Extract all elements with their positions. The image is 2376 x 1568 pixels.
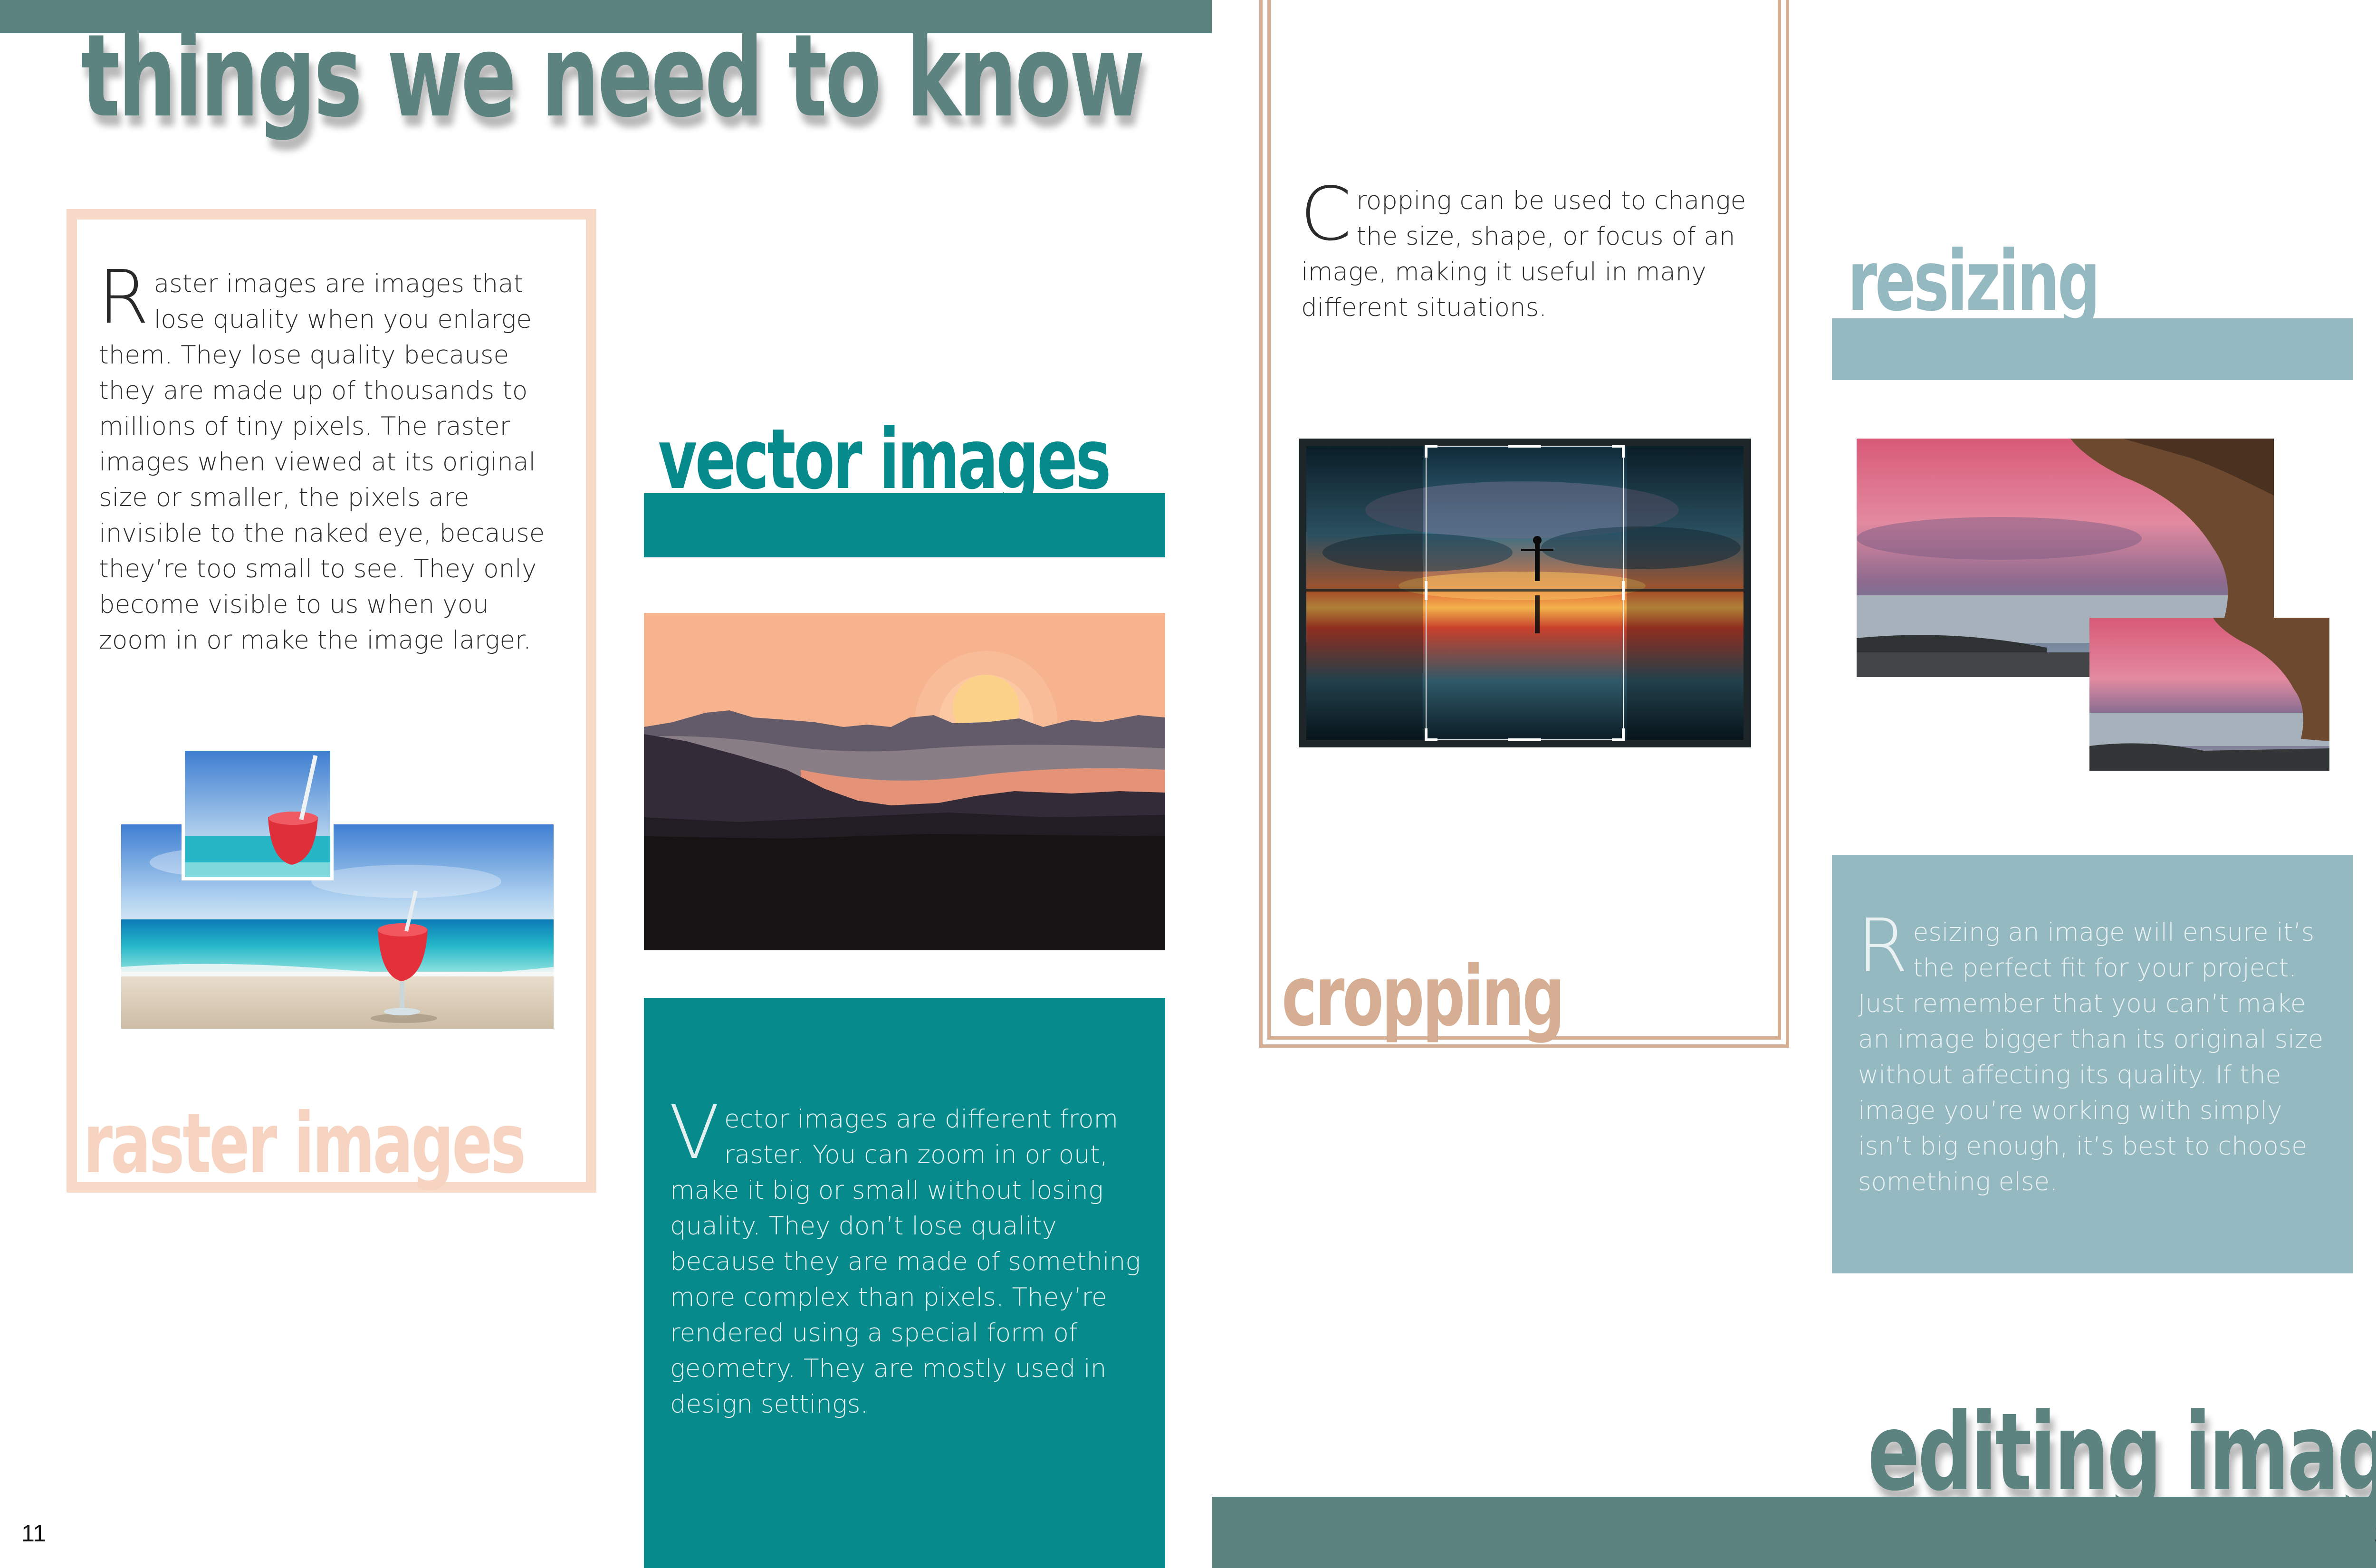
page-title-left: things we need to know xyxy=(81,10,1145,143)
vector-heading: vector images xyxy=(658,411,1111,508)
resizing-text: esizing an image will ensure it’s the pe… xyxy=(1858,918,2324,1196)
page-number-left: 11 xyxy=(21,1520,46,1547)
vector-dropcap: V xyxy=(669,1090,720,1176)
vector-heading-bar xyxy=(644,493,1165,557)
cropping-dropcap: C xyxy=(1300,171,1352,257)
raster-pixel-zoom xyxy=(182,747,334,880)
page-title-right: editing images xyxy=(1868,1390,2376,1515)
raster-heading: raster images xyxy=(83,1096,526,1192)
page-number-right: 12 xyxy=(2374,1520,2376,1547)
crop-photo xyxy=(1299,439,1751,747)
raster-text: aster images are images that lose qualit… xyxy=(99,269,545,655)
resizing-heading: resizing xyxy=(1848,233,2100,330)
resizing-paragraph: Resizing an image will ensure it’s the p… xyxy=(1857,903,2333,1200)
cropping-text: ropping can be used to change the size, … xyxy=(1301,186,1746,322)
resizing-dropcap: R xyxy=(1857,903,1908,989)
raster-dropcap: R xyxy=(98,254,149,340)
resizing-heading-bar xyxy=(1832,318,2353,380)
resize-photo-small xyxy=(2089,618,2329,771)
vector-illustration xyxy=(644,613,1165,950)
vector-text: ector images are different from raster. … xyxy=(670,1105,1141,1419)
bottom-right-band xyxy=(1212,1497,2376,1568)
raster-paragraph: Raster images are images that lose quali… xyxy=(98,254,555,658)
cropping-paragraph: Cropping can be used to change the size,… xyxy=(1300,171,1757,325)
vector-paragraph: Vector images are different from raster.… xyxy=(669,1090,1145,1422)
cropping-heading: cropping xyxy=(1282,948,1565,1045)
